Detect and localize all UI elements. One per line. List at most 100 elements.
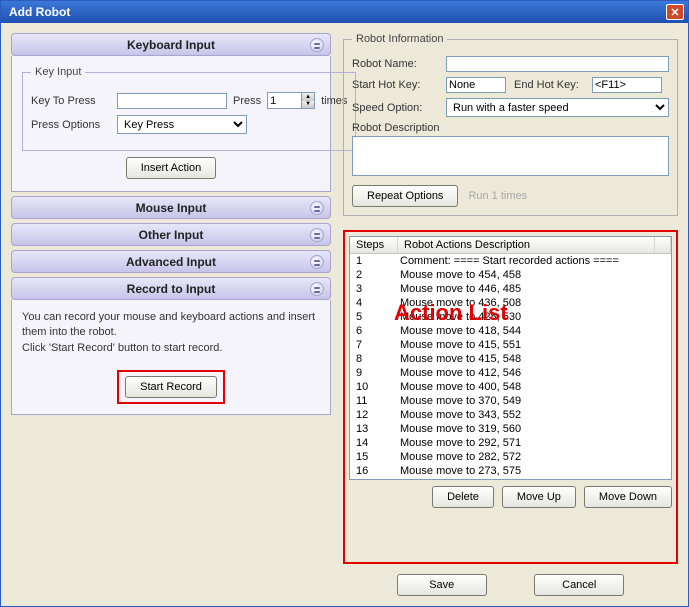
press-count-input[interactable]: [267, 92, 301, 109]
window-title: Add Robot: [9, 5, 666, 19]
press-options-select[interactable]: Key Press: [117, 115, 247, 134]
table-row[interactable]: 4Mouse move to 436, 508: [350, 296, 671, 310]
record-text-2: Click 'Start Record' button to start rec…: [22, 341, 320, 356]
step-cell: 15: [350, 450, 398, 464]
desc-cell: Mouse move to 400, 548: [398, 380, 671, 394]
save-button[interactable]: Save: [397, 574, 487, 596]
robot-name-label: Robot Name:: [352, 58, 438, 70]
step-cell: 10: [350, 380, 398, 394]
delete-button[interactable]: Delete: [432, 486, 494, 508]
table-row[interactable]: 5Mouse move to 428, 530: [350, 310, 671, 324]
col-steps[interactable]: Steps: [350, 237, 398, 253]
desc-cell: Mouse move to 370, 549: [398, 394, 671, 408]
speed-option-label: Speed Option:: [352, 102, 438, 114]
accordion-header-record[interactable]: Record to Input: [11, 277, 331, 300]
repeat-options-button[interactable]: Repeat Options: [352, 185, 458, 207]
table-row[interactable]: 16Mouse move to 273, 575: [350, 464, 671, 478]
titlebar: Add Robot ✕: [1, 1, 688, 23]
accordion-header-other[interactable]: Other Input: [11, 223, 331, 246]
list-body[interactable]: Action List 1Comment: ==== Start recorde…: [350, 254, 671, 479]
accordion-header-advanced[interactable]: Advanced Input: [11, 250, 331, 273]
chevrons-icon: [310, 282, 324, 296]
chevrons-icon: [310, 255, 324, 269]
step-cell: 14: [350, 436, 398, 450]
desc-cell: Mouse move to 428, 530: [398, 310, 671, 324]
step-cell: 7: [350, 338, 398, 352]
table-row[interactable]: 12Mouse move to 343, 552: [350, 408, 671, 422]
accordion-header-label: Record to Input: [127, 282, 216, 296]
desc-cell: Mouse move to 319, 560: [398, 422, 671, 436]
col-desc[interactable]: Robot Actions Description: [398, 237, 655, 253]
desc-cell: Mouse move to 446, 485: [398, 282, 671, 296]
chevrons-icon: [310, 38, 324, 52]
table-row[interactable]: 15Mouse move to 282, 572: [350, 450, 671, 464]
chevrons-icon: [310, 228, 324, 242]
table-row[interactable]: 8Mouse move to 415, 548: [350, 352, 671, 366]
key-input-legend: Key Input: [31, 66, 85, 78]
table-row[interactable]: 9Mouse move to 412, 546: [350, 366, 671, 380]
close-icon: ✕: [670, 6, 679, 19]
key-input-group: Key Input Key To Press Press ▲ ▼ time: [22, 66, 356, 151]
press-options-label: Press Options: [31, 119, 111, 131]
accordion-header-keyboard[interactable]: Keyboard Input: [11, 33, 331, 56]
desc-cell: Mouse move to 292, 571: [398, 436, 671, 450]
action-list-highlight: Steps Robot Actions Description Action L…: [343, 230, 678, 564]
key-to-press-label: Key To Press: [31, 95, 111, 107]
speed-option-select[interactable]: Run with a faster speed: [446, 98, 669, 117]
step-cell: 9: [350, 366, 398, 380]
cancel-button[interactable]: Cancel: [534, 574, 624, 596]
table-row[interactable]: 1Comment: ==== Start recorded actions ==…: [350, 254, 671, 268]
table-row[interactable]: 2Mouse move to 454, 458: [350, 268, 671, 282]
spin-up-icon[interactable]: ▲: [302, 93, 314, 101]
step-cell: 11: [350, 394, 398, 408]
right-panel: Robot Information Robot Name: Start Hot …: [343, 33, 678, 596]
robot-desc-textarea[interactable]: [352, 136, 669, 176]
table-row[interactable]: 10Mouse move to 400, 548: [350, 380, 671, 394]
move-up-button[interactable]: Move Up: [502, 486, 576, 508]
accordion-header-mouse[interactable]: Mouse Input: [11, 196, 331, 219]
desc-cell: Mouse move to 415, 548: [398, 352, 671, 366]
end-hotkey-label: End Hot Key:: [514, 79, 584, 91]
end-hotkey-input[interactable]: [592, 77, 662, 93]
table-row[interactable]: 14Mouse move to 292, 571: [350, 436, 671, 450]
desc-cell: Comment: ==== Start recorded actions ===…: [398, 254, 671, 268]
table-row[interactable]: 11Mouse move to 370, 549: [350, 394, 671, 408]
robot-info-legend: Robot Information: [352, 33, 447, 45]
highlight-box: Start Record: [117, 370, 225, 404]
start-record-button[interactable]: Start Record: [125, 376, 217, 398]
close-button[interactable]: ✕: [666, 4, 684, 20]
spin-down-icon[interactable]: ▼: [302, 101, 314, 109]
desc-cell: Mouse move to 273, 575: [398, 464, 671, 478]
step-cell: 13: [350, 422, 398, 436]
repeat-hint: Run 1 times: [468, 190, 527, 202]
dialog-buttons: Save Cancel: [343, 574, 678, 596]
step-cell: 8: [350, 352, 398, 366]
chevrons-icon: [310, 201, 324, 215]
desc-cell: Mouse move to 282, 572: [398, 450, 671, 464]
start-hotkey-input[interactable]: [446, 77, 506, 93]
desc-cell: Mouse move to 436, 508: [398, 296, 671, 310]
action-list[interactable]: Steps Robot Actions Description Action L…: [349, 236, 672, 480]
step-cell: 1: [350, 254, 398, 268]
step-cell: 3: [350, 282, 398, 296]
press-label: Press: [233, 95, 261, 107]
left-panel: Keyboard Input Key Input Key To Press Pr…: [11, 33, 331, 596]
insert-action-button[interactable]: Insert Action: [126, 157, 217, 179]
press-count-spinner[interactable]: ▲ ▼: [267, 92, 315, 109]
accordion-header-label: Mouse Input: [136, 201, 207, 215]
accordion-header-label: Advanced Input: [126, 255, 216, 269]
table-row[interactable]: 3Mouse move to 446, 485: [350, 282, 671, 296]
step-cell: 4: [350, 296, 398, 310]
col-scroll-gutter: [655, 237, 671, 253]
left-fill: [11, 415, 331, 596]
step-cell: 6: [350, 324, 398, 338]
table-row[interactable]: 7Mouse move to 415, 551: [350, 338, 671, 352]
key-to-press-input[interactable]: [117, 93, 227, 109]
step-cell: 2: [350, 268, 398, 282]
move-down-button[interactable]: Move Down: [584, 486, 672, 508]
robot-name-input[interactable]: [446, 56, 669, 72]
start-hotkey-label: Start Hot Key:: [352, 79, 438, 91]
table-row[interactable]: 13Mouse move to 319, 560: [350, 422, 671, 436]
desc-cell: Mouse move to 415, 551: [398, 338, 671, 352]
table-row[interactable]: 6Mouse move to 418, 544: [350, 324, 671, 338]
